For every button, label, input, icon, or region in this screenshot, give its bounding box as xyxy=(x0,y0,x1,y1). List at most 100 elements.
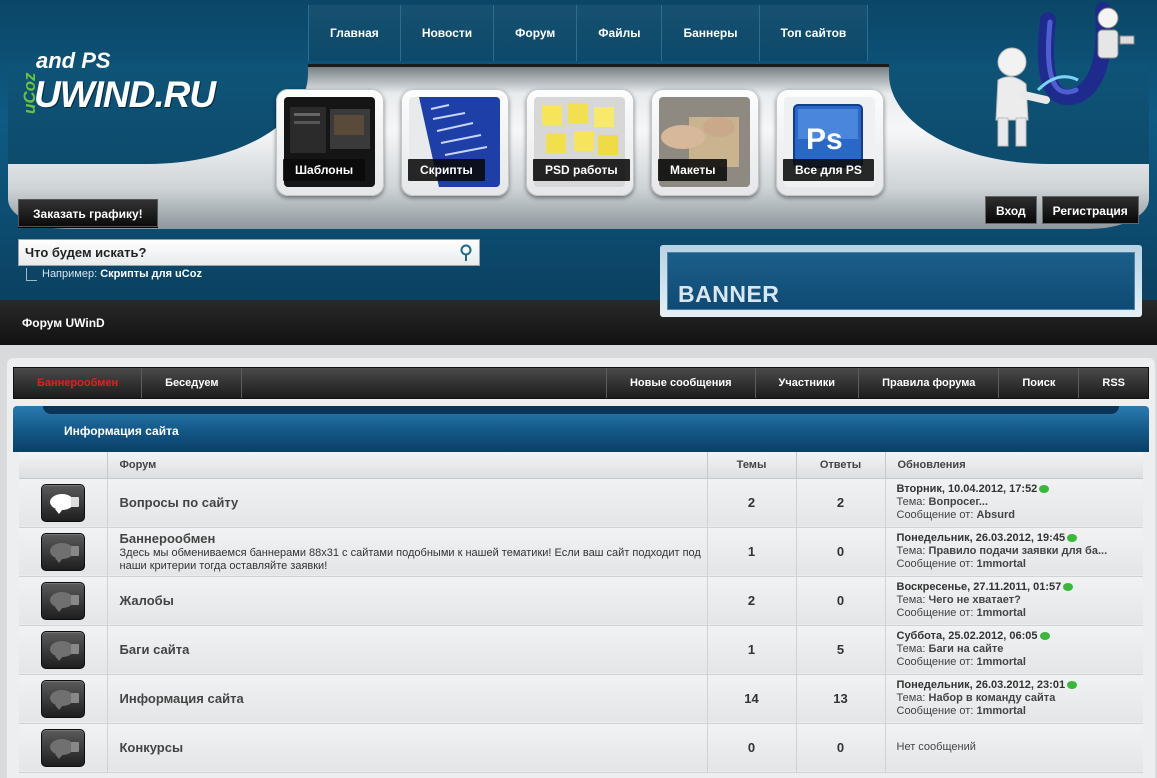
last-topic-link[interactable]: Баги на сайте xyxy=(929,643,1004,655)
table-row: Баннерообмен Здесь мы обмениваемся банне… xyxy=(19,527,1143,577)
logo-andps-text: and PS xyxy=(36,48,111,73)
tile-mockups[interactable]: Макеты xyxy=(651,89,759,196)
last-topic-link[interactable]: Набор в команду сайта xyxy=(929,692,1056,704)
search-icon[interactable] xyxy=(459,244,473,262)
banner-text: BANNER xyxy=(678,281,780,307)
forum-nav-new-posts[interactable]: Новые сообщения xyxy=(605,368,755,398)
forum-replies-count: 13 xyxy=(795,674,885,724)
forum-name-cell: Вопросы по сайту xyxy=(106,478,707,528)
last-post-date[interactable]: Воскресенье, 27.11.2011, 01:57 xyxy=(897,581,1062,593)
new-post-icon xyxy=(1039,632,1050,641)
topic-prefix: Тема: xyxy=(896,545,926,557)
nav-files[interactable]: Файлы xyxy=(577,5,663,61)
forum-topics-count: 2 xyxy=(706,478,796,528)
forum-read-icon xyxy=(40,630,85,669)
forum-icon-cell xyxy=(19,723,107,773)
new-post-icon xyxy=(1067,681,1078,690)
nav-home[interactable]: Главная xyxy=(309,5,401,61)
forum-last-update: Нет сообщений xyxy=(884,723,1143,773)
author-prefix: Сообщение от: xyxy=(896,509,974,521)
forum-icon-cell xyxy=(19,478,107,528)
tile-psd-works[interactable]: PSD работы xyxy=(526,89,634,196)
header-forum: Форум xyxy=(106,452,707,479)
last-author-link[interactable]: Absurd xyxy=(976,509,1015,521)
forum-description: Здесь мы обмениваемся баннерами 88x31 с … xyxy=(119,546,701,572)
forum-link[interactable]: Информация сайта xyxy=(120,691,707,706)
forum-last-update: Воскресенье, 27.11.2011, 01:57 Тема: Чег… xyxy=(884,576,1143,626)
forum-link[interactable]: Конкурсы xyxy=(120,740,707,755)
category-title[interactable]: Информация сайта xyxy=(64,424,179,438)
forum-replies-count: 0 xyxy=(795,527,885,577)
forum-name-cell: Баги сайта xyxy=(106,625,707,675)
last-post-date[interactable]: Суббота, 25.02.2012, 06:05 xyxy=(897,630,1038,642)
forum-last-update: Понедельник, 26.03.2012, 19:45 Тема: Пра… xyxy=(884,527,1143,577)
search-hint-example[interactable]: Скрипты для uCoz xyxy=(100,268,202,280)
forum-nav-search[interactable]: Поиск xyxy=(998,368,1078,398)
forum-nav-rules[interactable]: Правила форума xyxy=(858,368,998,398)
tile-scripts[interactable]: Скрипты xyxy=(401,89,509,196)
forum-last-update: Суббота, 25.02.2012, 06:05 Тема: Баги на… xyxy=(884,625,1143,675)
author-prefix: Сообщение от: xyxy=(896,656,974,668)
forum-link[interactable]: Баги сайта xyxy=(120,642,707,657)
nav-banners[interactable]: Баннеры xyxy=(662,5,760,61)
main-navigation: Главная Новости Форум Файлы Баннеры Топ … xyxy=(308,5,869,61)
forum-table: Форум Темы Ответы Обновления Вопросы по … xyxy=(19,452,1143,773)
forum-nav-banner-exchange[interactable]: Баннерообмен xyxy=(14,368,143,398)
table-row: Вопросы по сайту 2 2 Вторник, 10.04.2012… xyxy=(19,478,1143,528)
forum-replies-count: 0 xyxy=(795,723,885,773)
forum-breadcrumb-title[interactable]: Форум UWinD xyxy=(22,316,105,330)
author-prefix: Сообщение от: xyxy=(896,705,974,717)
tile-templates[interactable]: Шаблоны xyxy=(276,89,384,196)
banner-inner: BANNER xyxy=(667,252,1135,310)
last-topic-link[interactable]: Вопросег... xyxy=(929,496,989,508)
forum-topics-count: 1 xyxy=(706,625,796,675)
tile-scripts-label: Скрипты xyxy=(408,159,485,181)
forum-nav-rss[interactable]: RSS xyxy=(1078,368,1148,398)
last-author-link[interactable]: 1mmortal xyxy=(976,705,1026,717)
forum-read-icon xyxy=(40,532,85,571)
forum-nav-chat[interactable]: Беседуем xyxy=(142,368,243,398)
forum-read-icon xyxy=(40,581,85,620)
forum-read-icon xyxy=(40,679,85,718)
forum-last-update: Понедельник, 26.03.2012, 23:01 Тема: Наб… xyxy=(884,674,1143,724)
last-post-date[interactable]: Понедельник, 26.03.2012, 19:45 xyxy=(897,532,1066,544)
site-logo[interactable]: uCoz and PS UWIND.RU xyxy=(14,44,216,124)
forum-topics-count: 2 xyxy=(706,576,796,626)
nav-news[interactable]: Новости xyxy=(400,5,495,61)
header-updates: Обновления xyxy=(884,452,1143,479)
last-post-date[interactable]: Понедельник, 26.03.2012, 23:01 xyxy=(897,679,1066,691)
search-hint-prefix: Например: xyxy=(42,268,98,280)
forum-nav-members[interactable]: Участники xyxy=(754,368,859,398)
nav-forum[interactable]: Форум xyxy=(494,5,578,61)
forum-unread-icon xyxy=(40,483,85,522)
nav-top-sites[interactable]: Топ сайтов xyxy=(759,5,869,61)
tile-photoshop[interactable]: Ps Все для PS xyxy=(776,89,884,196)
search-input[interactable] xyxy=(25,243,445,262)
forum-link[interactable]: Жалобы xyxy=(120,593,707,608)
last-author-link[interactable]: 1mmortal xyxy=(976,558,1026,570)
order-graphics-button[interactable]: Заказать графику! xyxy=(18,199,158,227)
table-row: Конкурсы 0 0 Нет сообщений xyxy=(19,723,1143,773)
svg-text:Ps: Ps xyxy=(806,123,843,156)
login-button[interactable]: Вход xyxy=(985,196,1037,224)
mascot-illustration-icon xyxy=(995,2,1135,147)
last-topic-link[interactable]: Чего не хватает? xyxy=(929,594,1021,606)
forum-link[interactable]: Баннерообмен xyxy=(120,531,707,546)
search-box xyxy=(18,239,480,266)
last-post-date[interactable]: Вторник, 10.04.2012, 17:52 xyxy=(897,483,1038,495)
topic-prefix: Тема: xyxy=(896,643,926,655)
author-prefix: Сообщение от: xyxy=(896,607,974,619)
forum-topics-count: 0 xyxy=(706,723,796,773)
table-row: Жалобы 2 0 Воскресенье, 27.11.2011, 01:5… xyxy=(19,576,1143,626)
last-author-link[interactable]: 1mmortal xyxy=(976,656,1026,668)
forum-name-cell: Жалобы xyxy=(106,576,707,626)
forum-content: Баннерообмен Беседуем Новые сообщения Уч… xyxy=(7,358,1155,778)
forum-icon-cell xyxy=(19,625,107,675)
topic-prefix: Тема: xyxy=(896,594,926,606)
forum-link[interactable]: Вопросы по сайту xyxy=(120,495,707,510)
topic-prefix: Тема: xyxy=(896,496,926,508)
last-topic-link[interactable]: Правило подачи заявки для ба... xyxy=(929,545,1108,557)
last-author-link[interactable]: 1mmortal xyxy=(976,607,1026,619)
banner-area[interactable]: BANNER xyxy=(660,245,1142,317)
register-button[interactable]: Регистрация xyxy=(1041,196,1139,224)
